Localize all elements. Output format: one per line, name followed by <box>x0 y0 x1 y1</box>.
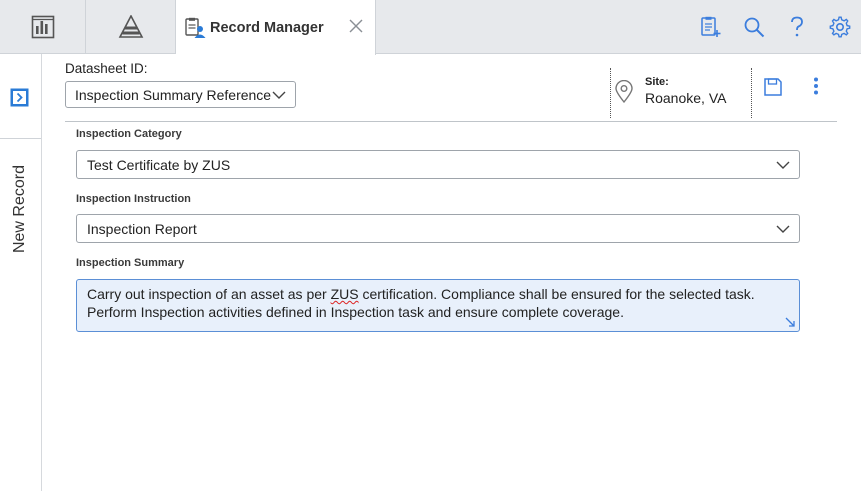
add-record-icon <box>700 16 720 37</box>
datasheet-label: Datasheet ID: <box>65 61 148 76</box>
chevron-down-icon <box>272 91 286 99</box>
site-value: Roanoke, VA <box>645 90 727 106</box>
inspection-category-select[interactable]: Test Certificate by ZUS <box>76 150 800 179</box>
header-separator <box>65 121 837 122</box>
record-manager-icon <box>185 17 206 38</box>
header-divider-left <box>610 68 611 118</box>
dashboard-icon <box>31 15 54 39</box>
help-button[interactable] <box>775 0 818 54</box>
inspection-category-label: Inspection Category <box>76 128 182 140</box>
rail-divider <box>0 138 41 139</box>
tab-dashboard[interactable] <box>0 0 86 54</box>
datasheet-select[interactable]: Inspection Summary Reference <box>65 81 296 108</box>
search-button[interactable] <box>732 0 775 54</box>
tab-record-manager[interactable]: Record Manager <box>176 0 376 55</box>
header-divider-right <box>751 68 752 118</box>
datasheet-select-value: Inspection Summary Reference <box>75 86 272 103</box>
hierarchy-icon <box>118 15 143 38</box>
inspection-instruction-label: Inspection Instruction <box>76 193 191 205</box>
inspection-category-value: Test Certificate by ZUS <box>87 156 231 173</box>
close-icon[interactable] <box>347 17 365 35</box>
summary-text-start: Carry out inspection of an asset as per <box>87 286 331 302</box>
inspection-instruction-value: Inspection Report <box>87 220 197 237</box>
summary-spellcheck-word: ZUS <box>330 286 359 302</box>
settings-button[interactable] <box>818 0 861 54</box>
help-icon <box>790 16 803 37</box>
gear-icon <box>829 16 850 38</box>
left-rail: New Record <box>0 54 42 491</box>
location-pin-icon <box>615 80 633 104</box>
top-actions <box>689 0 861 54</box>
resize-handle-icon[interactable] <box>785 317 795 327</box>
inspection-summary-label: Inspection Summary <box>76 257 185 269</box>
site-label: Site: <box>645 76 669 88</box>
more-options-icon[interactable] <box>808 76 824 98</box>
tab-record-manager-label: Record Manager <box>210 19 324 36</box>
inspection-instruction-select[interactable]: Inspection Report <box>76 214 800 243</box>
search-icon <box>744 17 764 38</box>
chevron-down-icon <box>776 161 790 169</box>
chevron-down-icon <box>776 225 790 233</box>
new-record-button[interactable] <box>689 0 732 54</box>
inspection-summary-textarea[interactable]: Carry out inspection of an asset as per … <box>76 279 800 332</box>
tab-asset-hierarchy[interactable] <box>86 0 176 54</box>
expand-panel-icon[interactable] <box>10 88 29 107</box>
top-tab-bar: Record Manager <box>0 0 861 55</box>
rail-new-record-label: New Record <box>11 164 28 254</box>
rail-new-record-tab[interactable]: New Record <box>8 154 32 264</box>
save-icon[interactable] <box>762 76 784 98</box>
